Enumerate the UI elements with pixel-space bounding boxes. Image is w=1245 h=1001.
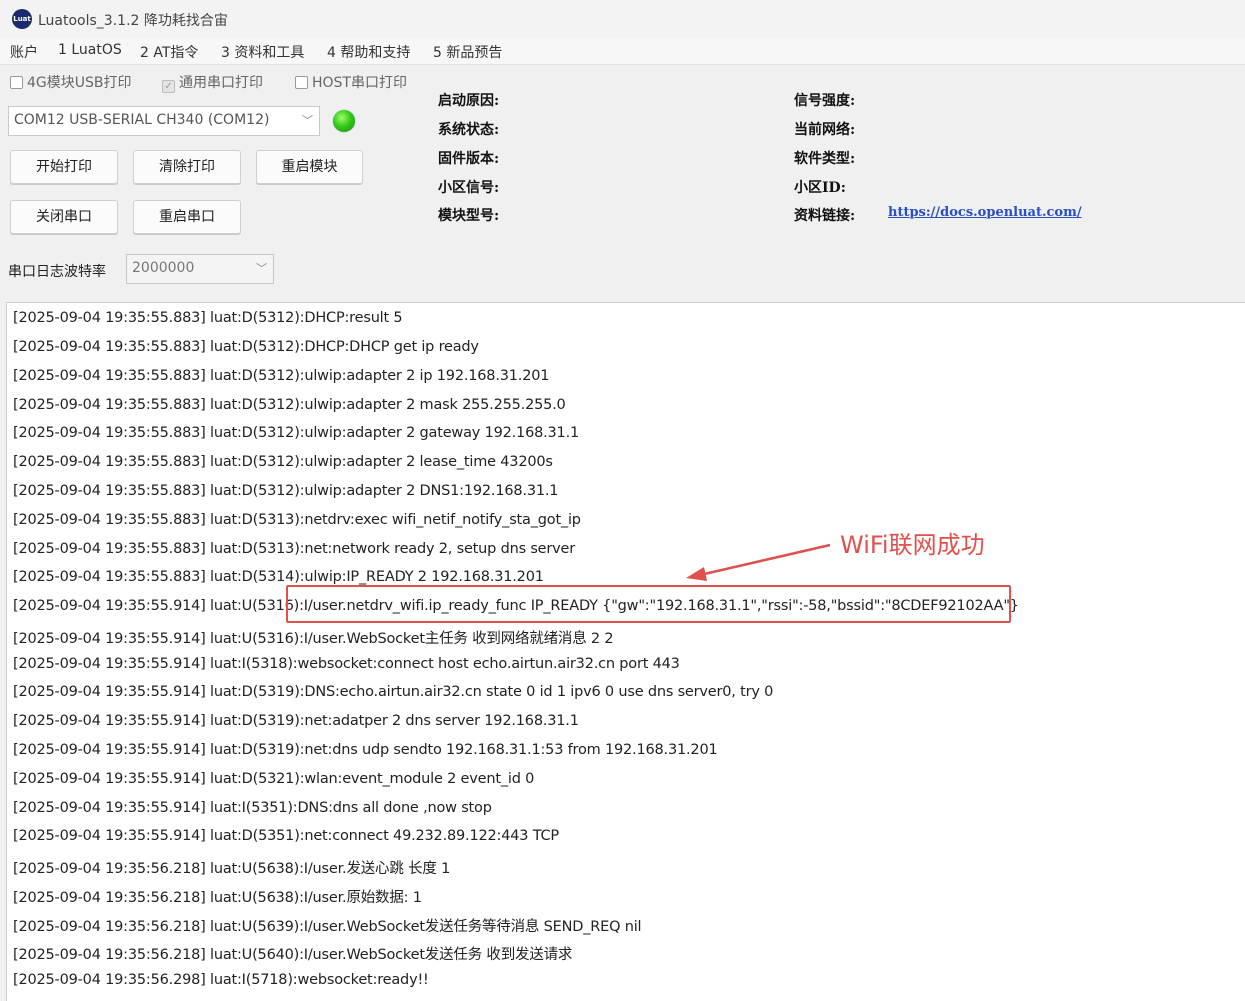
annotation-text: WiFi联网成功 [840, 531, 985, 559]
annotation-arrow-icon [686, 543, 831, 581]
